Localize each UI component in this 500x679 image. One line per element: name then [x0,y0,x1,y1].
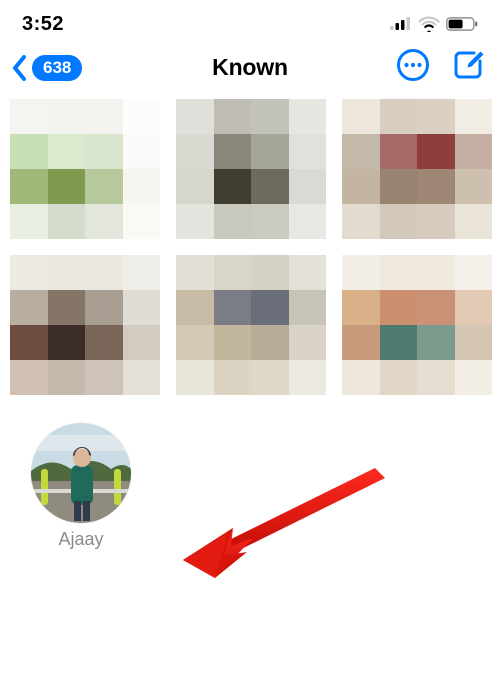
conversation-item[interactable] [176,255,326,395]
conversation-item[interactable] [342,99,492,239]
status-bar: 3:52 [0,0,500,40]
unread-count-badge: 638 [32,55,82,81]
status-icons [390,16,478,32]
conversations-grid [0,99,500,395]
contact-name: Ajaay [26,529,136,550]
compose-icon [452,49,484,81]
status-time: 3:52 [22,13,64,36]
conversation-item[interactable] [176,99,326,239]
back-chevron-icon [10,53,30,83]
more-button[interactable] [396,48,430,87]
navigation-bar: 638 Known [0,40,500,99]
cellular-icon [390,17,412,31]
page-title: Known [212,54,288,81]
back-control[interactable]: 638 [10,53,82,83]
contact-item[interactable]: Ajaay [0,423,500,550]
avatar [31,423,131,523]
battery-icon [446,17,478,31]
conversation-item[interactable] [10,255,160,395]
conversation-item[interactable] [342,255,492,395]
compose-button[interactable] [452,49,484,86]
conversation-item[interactable] [10,99,160,239]
wifi-icon [418,16,440,32]
ellipsis-circle-icon [396,48,430,82]
